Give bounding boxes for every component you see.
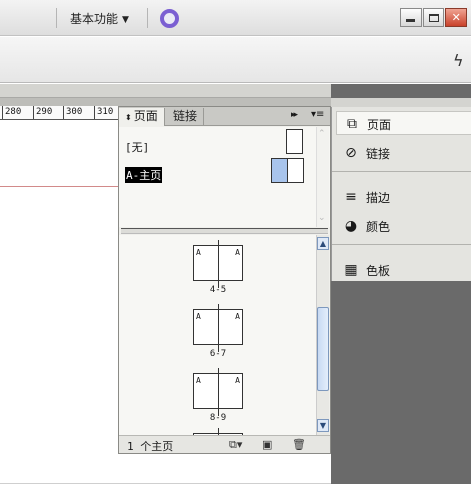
scroll-down-icon[interactable]: ⌄ [318, 213, 326, 223]
dock-panel-group: ⧉ 页面 ⊘ 链接 ≡ 描边 ◕ 颜色 ▦ 色板 [331, 107, 471, 281]
scroll-down-icon[interactable]: ▼ [317, 419, 329, 432]
dock-separator [332, 171, 471, 172]
workspace-label: 基本功能 [70, 12, 119, 26]
master-letter: A [196, 312, 201, 321]
separator [147, 8, 148, 28]
page-size-icon[interactable]: ⧉▾ [229, 438, 242, 452]
panel-tabs: ⬍ 页面 链接 ▸▸ ▾≡ [119, 107, 330, 126]
master-count: 1 个主页 [127, 440, 174, 453]
master-letter: A [196, 248, 201, 257]
master-letter: A [235, 376, 240, 385]
spine [218, 240, 219, 288]
scroll-up-icon[interactable]: ⌃ [318, 129, 326, 139]
ruler-tick: 310 [94, 106, 113, 119]
tab-links[interactable]: 链接 [167, 108, 205, 126]
spine [218, 304, 219, 352]
panel-footer: 1 个主页 ⧉▾ ▣ 🗑 [119, 435, 330, 453]
pages-panel: ⬍ 页面 链接 ▸▸ ▾≡ [无] A-主页 ⌃ ⌄ A A 4-5 A A 6-… [118, 106, 331, 454]
horizontal-ruler[interactable]: 280 290 300 310 [0, 106, 119, 120]
control-bar: ϟ [0, 37, 471, 83]
page-spread[interactable]: A A [193, 240, 243, 288]
dock-item-color[interactable]: ◕ 颜色 [336, 214, 471, 238]
minimize-icon [406, 18, 416, 22]
close-button[interactable]: ✕ [445, 8, 468, 27]
spine [218, 368, 219, 416]
ruler-tick: 290 [33, 106, 52, 119]
spread-label: 8-9 [209, 413, 227, 423]
dock-header[interactable] [331, 98, 471, 107]
color-icon: ◕ [344, 218, 358, 234]
swatches-icon: ▦ [344, 262, 358, 278]
margin-guide [0, 186, 119, 187]
scroll-thumb[interactable] [317, 307, 329, 391]
workspace-switcher[interactable]: 基本功能 ▼ [70, 10, 129, 27]
spine [218, 428, 219, 435]
dock-item-label: 页面 [367, 118, 392, 132]
dock-item-stroke[interactable]: ≡ 描边 [336, 185, 471, 209]
dock-item-label: 描边 [366, 191, 391, 205]
tab-label: 页面 [133, 109, 158, 123]
creative-cloud-icon[interactable] [160, 9, 179, 28]
dock-item-pages[interactable]: ⧉ 页面 [336, 111, 471, 135]
section-divider[interactable] [121, 228, 328, 234]
ruler-tick: 300 [63, 106, 82, 119]
expand-panel-icon[interactable]: ▸▸ [291, 110, 298, 120]
master-none[interactable]: [无] [125, 139, 149, 155]
restore-button[interactable] [422, 8, 445, 27]
spread-label: 4-5 [209, 285, 227, 295]
ruler-tick: 280 [2, 106, 21, 119]
collapse-arrows-icon: ⬍ [125, 113, 132, 122]
trash-icon[interactable]: 🗑 [292, 438, 306, 451]
document-canvas[interactable] [0, 120, 119, 484]
lightning-icon[interactable]: ϟ [453, 51, 464, 70]
master-none-thumbnail[interactable] [286, 129, 303, 154]
pages-list: A A 4-5 A A 6-7 A A 8-9 [119, 235, 316, 435]
separator [56, 8, 57, 28]
dock-item-label: 颜色 [366, 220, 391, 234]
master-letter: A [235, 312, 240, 321]
dock-item-label: 链接 [366, 147, 391, 161]
dock-item-swatches[interactable]: ▦ 色板 [336, 258, 471, 282]
dock-item-label: 色板 [366, 264, 391, 278]
panel-dock: ⧉ 页面 ⊘ 链接 ≡ 描边 ◕ 颜色 ▦ 色板 [331, 84, 471, 484]
master-letter: A [196, 376, 201, 385]
stroke-icon: ≡ [345, 189, 357, 205]
master-a-thumbnail[interactable] [271, 158, 304, 183]
minimize-button[interactable] [400, 8, 422, 27]
master-letter: A [235, 248, 240, 257]
document-tab-strip [0, 98, 331, 106]
scroll-up-icon[interactable]: ▲ [317, 237, 329, 250]
application-bar: 基本功能 ▼ ✕ [0, 0, 471, 36]
tab-pages[interactable]: ⬍ 页面 [119, 108, 165, 126]
spread-label: 6-7 [209, 349, 227, 359]
master-a[interactable]: A-主页 [125, 167, 163, 183]
masters-section: [无] A-主页 [119, 127, 330, 227]
pages-icon: ⧉ [347, 116, 357, 132]
pages-scrollbar[interactable]: ▲ ▼ [316, 235, 329, 435]
masters-scrollbar[interactable]: ⌃ ⌄ [316, 127, 329, 227]
page-spread[interactable]: A A [193, 304, 243, 352]
close-icon: ✕ [451, 11, 461, 24]
new-page-icon[interactable]: ▣ [262, 438, 272, 451]
master-a-left-page [272, 159, 288, 182]
links-icon: ⊘ [345, 145, 357, 161]
tab-label: 链接 [173, 109, 198, 123]
dock-separator [332, 244, 471, 245]
window-controls: ✕ [400, 8, 468, 27]
dock-item-links[interactable]: ⊘ 链接 [336, 141, 471, 165]
restore-icon [428, 13, 439, 22]
panel-menu-icon[interactable]: ▾≡ [311, 109, 324, 120]
chevron-down-icon: ▼ [122, 15, 129, 25]
page-spread[interactable]: A A [193, 368, 243, 416]
